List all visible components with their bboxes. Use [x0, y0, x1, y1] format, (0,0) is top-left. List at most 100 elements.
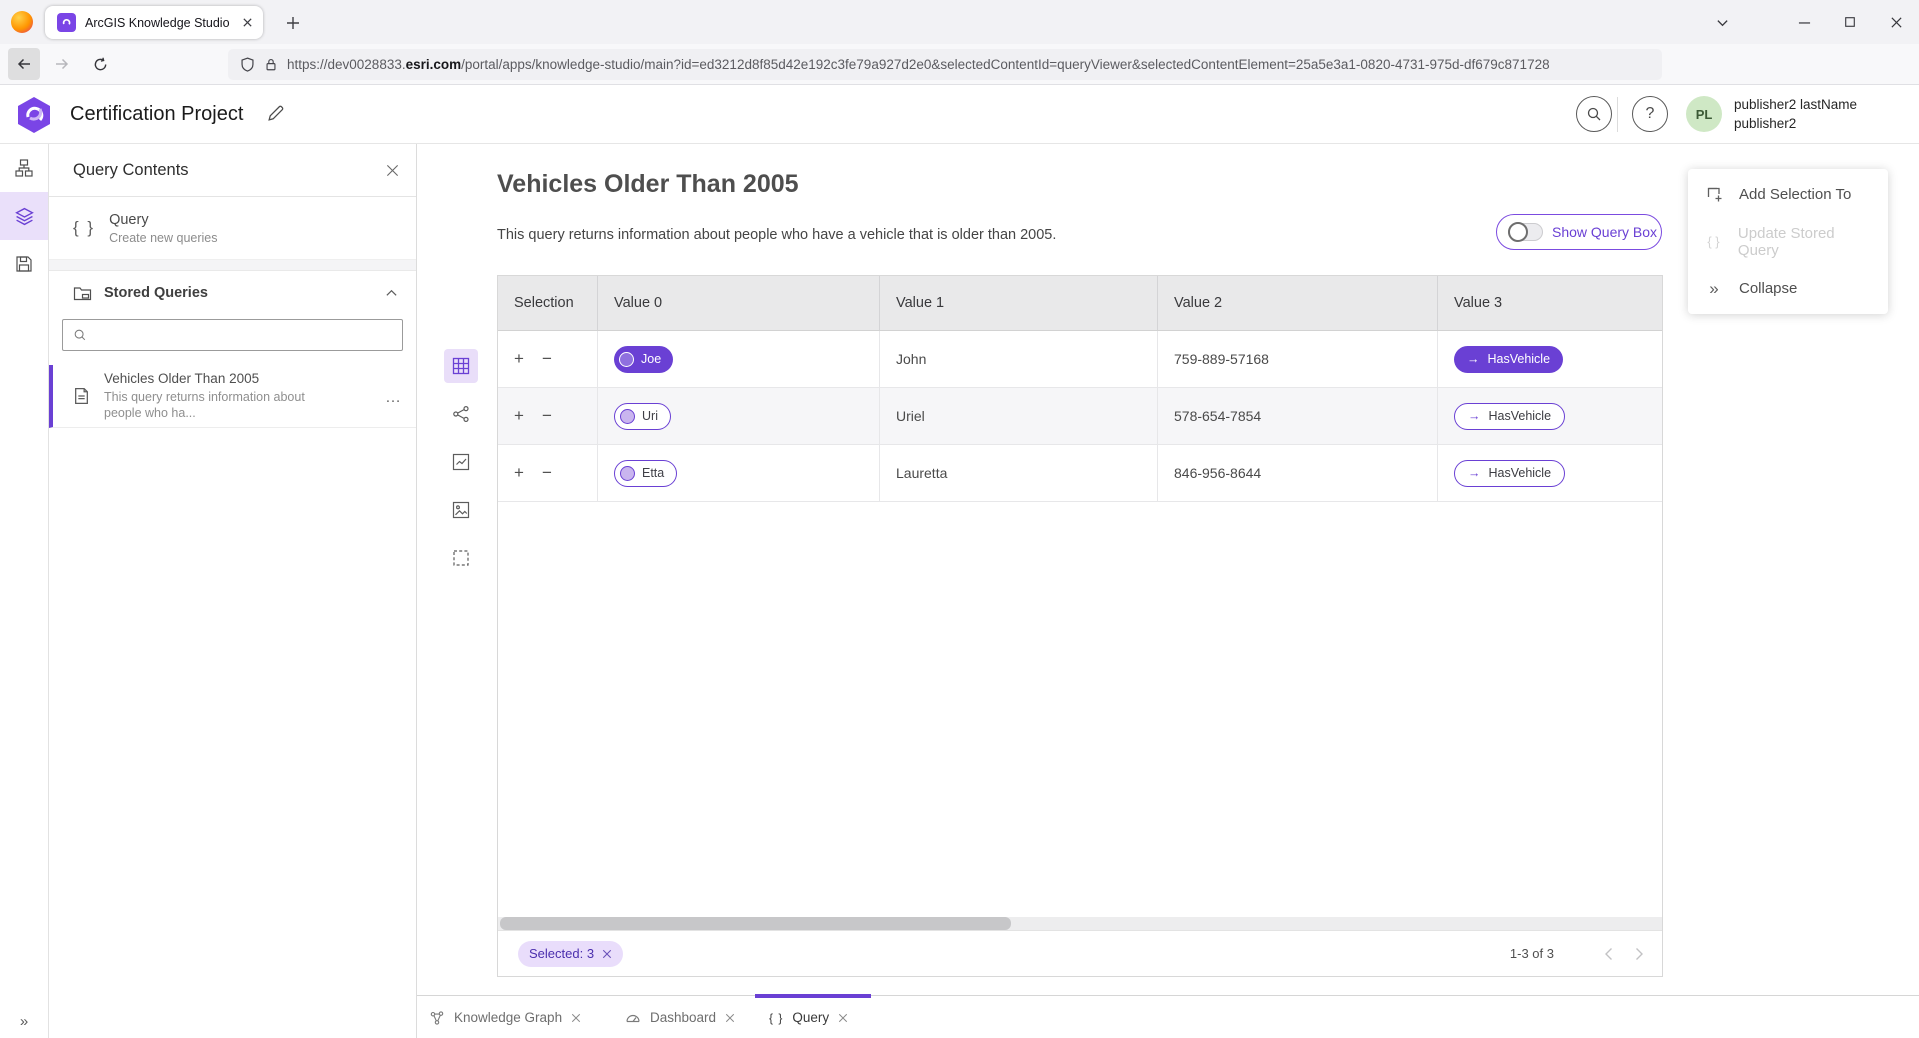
selected-count-chip[interactable]: Selected: 3 — [518, 941, 623, 967]
results-table: Selection Value 0 Value 1 Value 2 Value … — [497, 275, 1663, 977]
collapse-chevrons-icon: » — [1704, 279, 1724, 299]
table-row: + − Etta Lauretta 846-956-8644 →HasVehic… — [498, 445, 1662, 502]
stored-queries-title: Stored Queries — [104, 285, 385, 301]
clear-selection-icon[interactable] — [602, 949, 612, 959]
menu-item-collapse[interactable]: » Collapse — [1688, 265, 1888, 312]
stored-queries-search-input[interactable] — [62, 319, 403, 351]
arrow-icon: → — [1468, 466, 1481, 480]
header-divider — [1617, 97, 1618, 132]
window-maximize-icon[interactable] — [1827, 0, 1873, 44]
query-contents-panel: Query Contents { } Query Create new quer… — [49, 144, 417, 1038]
app-header: Certification Project ? PL publisher2 la… — [0, 85, 1919, 144]
select-marquee-icon[interactable] — [444, 541, 478, 575]
folder-icon — [73, 284, 92, 302]
column-header-value2: Value 2 — [1158, 276, 1438, 330]
url-bar[interactable]: https://dev0028833.esri.com/portal/apps/… — [228, 49, 1662, 80]
new-query-item[interactable]: { } Query Create new queries — [49, 197, 416, 260]
remove-from-selection-button[interactable]: − — [542, 349, 552, 369]
table-view-icon[interactable] — [444, 349, 478, 383]
tab-query[interactable]: { } Query — [769, 996, 848, 1038]
window-close-icon[interactable] — [1873, 0, 1919, 44]
view-toolbar — [444, 349, 478, 575]
tracking-protection-shield-icon[interactable] — [240, 57, 255, 72]
url-text: https://dev0028833.esri.com/portal/apps/… — [287, 57, 1550, 72]
table-row: + − Joe John 759-889-57168 →HasVehicle — [498, 331, 1662, 388]
window-minimize-icon[interactable] — [1781, 0, 1827, 44]
entity-dot-icon — [620, 409, 635, 424]
add-to-selection-button[interactable]: + — [514, 349, 524, 369]
left-rail: » — [0, 144, 49, 1038]
search-button[interactable] — [1576, 96, 1612, 132]
braces-icon: { } — [769, 1011, 783, 1025]
relationship-pill[interactable]: →HasVehicle — [1454, 403, 1565, 430]
show-query-box-toggle[interactable]: Show Query Box — [1496, 214, 1662, 250]
add-to-selection-button[interactable]: + — [514, 406, 524, 426]
chart-view-icon[interactable] — [444, 445, 478, 479]
entity-dot-icon — [619, 352, 634, 367]
remove-from-selection-button[interactable]: − — [542, 463, 552, 483]
new-tab-button[interactable] — [279, 9, 307, 37]
menu-item-add-selection-to[interactable]: Add Selection To — [1688, 171, 1888, 218]
relationship-pill[interactable]: →HasVehicle — [1454, 346, 1563, 373]
edit-title-pencil-icon[interactable] — [266, 104, 285, 123]
link-chart-view-icon[interactable] — [444, 397, 478, 431]
window-list-tabs-icon[interactable] — [1699, 0, 1745, 44]
entity-dot-icon — [620, 466, 635, 481]
column-header-selection: Selection — [498, 276, 598, 330]
chevron-up-icon[interactable] — [385, 287, 398, 300]
arcgis-favicon-icon — [57, 13, 76, 32]
entity-pill[interactable]: Joe — [614, 346, 673, 373]
tab-close-icon[interactable] — [725, 1013, 735, 1023]
tab-close-icon[interactable] — [838, 1013, 848, 1023]
table-header-row: Selection Value 0 Value 1 Value 2 Value … — [498, 276, 1662, 331]
remove-from-selection-button[interactable]: − — [542, 406, 552, 426]
browser-tabstrip: ArcGIS Knowledge Studio — [0, 0, 1919, 44]
expand-rail-icon[interactable]: » — [0, 1013, 48, 1030]
table-empty-area — [498, 502, 1662, 917]
arrow-icon: → — [1467, 352, 1480, 366]
tab-knowledge-graph[interactable]: Knowledge Graph — [429, 996, 581, 1038]
cell-value2: 759-889-57168 — [1158, 331, 1438, 387]
add-to-selection-button[interactable]: + — [514, 463, 524, 483]
column-header-value1: Value 1 — [880, 276, 1158, 330]
knowledge-graph-icon — [429, 1010, 445, 1026]
browser-tab[interactable]: ArcGIS Knowledge Studio — [45, 6, 263, 39]
braces-icon: { } — [73, 218, 95, 238]
table-footer: Selected: 3 1-3 of 3 — [498, 930, 1662, 976]
page-title: Vehicles Older Than 2005 — [497, 170, 799, 199]
stored-query-title: Vehicles Older Than 2005 — [104, 371, 334, 386]
lock-icon[interactable] — [264, 57, 278, 72]
menu-item-update-stored-query: { } Update Stored Query — [1688, 218, 1888, 265]
cell-value2: 846-956-8644 — [1158, 445, 1438, 501]
sidebar-item-data-model[interactable] — [0, 144, 48, 192]
entity-pill[interactable]: Uri — [614, 403, 671, 430]
panel-close-icon[interactable] — [385, 163, 400, 178]
stored-query-item[interactable]: Vehicles Older Than 2005 This query retu… — [49, 365, 416, 428]
stored-query-options-icon[interactable]: … — [385, 389, 402, 407]
map-view-icon[interactable] — [444, 493, 478, 527]
tab-dashboard[interactable]: Dashboard — [625, 996, 735, 1038]
forward-button[interactable] — [46, 48, 78, 80]
toggle-switch[interactable] — [1508, 223, 1543, 241]
browser-toolbar: https://dev0028833.esri.com/portal/apps/… — [0, 44, 1919, 85]
sidebar-item-save[interactable] — [0, 240, 48, 288]
dashboard-icon — [625, 1010, 641, 1026]
scrollbar-thumb[interactable] — [500, 917, 1011, 930]
tab-close-icon[interactable] — [571, 1013, 581, 1023]
help-button[interactable]: ? — [1632, 96, 1668, 132]
firefox-icon — [11, 11, 33, 33]
add-selection-icon — [1704, 186, 1724, 203]
window-controls — [1699, 0, 1919, 44]
reload-button[interactable] — [84, 48, 116, 80]
user-avatar[interactable]: PL — [1686, 96, 1722, 132]
sidebar-item-contents[interactable] — [0, 192, 48, 240]
relationship-pill[interactable]: →HasVehicle — [1454, 460, 1565, 487]
toggle-label: Show Query Box — [1552, 224, 1657, 240]
tab-close-icon[interactable] — [242, 17, 253, 28]
pagination-range: 1-3 of 3 — [1510, 946, 1554, 961]
table-row: + − Uri Uriel 578-654-7854 →HasVehicle — [498, 388, 1662, 445]
entity-pill[interactable]: Etta — [614, 460, 677, 487]
back-button[interactable] — [8, 48, 40, 80]
stored-queries-header[interactable]: Stored Queries — [49, 273, 416, 313]
screen: ArcGIS Knowledge Studio — [0, 0, 1919, 1038]
